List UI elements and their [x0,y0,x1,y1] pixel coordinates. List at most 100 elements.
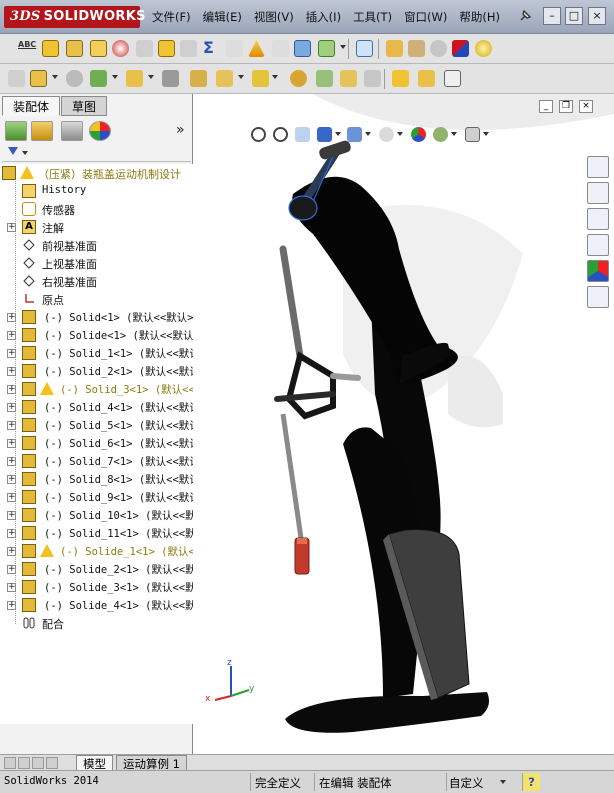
restore-button[interactable]: □ [565,7,583,25]
expand-icon[interactable]: + [7,457,16,466]
chevron-down-icon[interactable] [52,75,58,79]
explode-line-icon[interactable] [340,70,357,87]
tab-sketch[interactable]: 草图 [61,96,108,116]
last-tab-button[interactable] [46,757,58,769]
balance-icon[interactable] [66,40,83,57]
close-button[interactable]: × [588,7,606,25]
tree-item-component[interactable]: + (-) Solid<1> (默认<<默认> [0,308,193,326]
tree-item-component[interactable]: + (-) Solid_8<1> (默认<<默认 [0,470,193,488]
expand-icon[interactable]: + [7,475,16,484]
expand-icon[interactable]: + [7,367,16,376]
exploded-icon[interactable] [386,40,403,57]
tree-item-annotations[interactable]: + A 注解 [0,218,193,236]
tree-item-component[interactable]: + (-) Solid_4<1> (默认<<默认 [0,398,193,416]
linear-pattern-icon[interactable] [90,70,107,87]
expand-icon[interactable]: + [7,223,16,232]
expand-icon[interactable]: + [7,421,16,430]
chevron-up-icon[interactable] [500,780,506,784]
tree-item-component[interactable]: + (-) Solid_7<1> (默认<<默认 [0,452,193,470]
tree-item-history[interactable]: History [0,182,193,200]
paperclip-icon[interactable] [66,70,83,87]
check-box-icon[interactable] [158,40,175,57]
options-icon[interactable] [444,70,461,87]
tree-item-component[interactable]: + (-) Solid_6<1> (默认<<默认 [0,434,193,452]
menu-insert[interactable]: 插入(I) [300,9,347,25]
property-manager-icon[interactable] [31,121,53,141]
next-tab-button[interactable] [32,757,44,769]
interference-icon[interactable] [226,40,243,57]
bill-of-materials-icon[interactable] [290,70,307,87]
insert-component-icon[interactable] [8,70,25,87]
tree-item-front-plane[interactable]: 前视基准面 [0,236,193,254]
tree-item-component-warning[interactable]: + (-) Solid_3<1> (默认<< [0,380,193,398]
tree-item-component[interactable]: + (-) Solid_9<1> (默认<<默认 [0,488,193,506]
menu-edit[interactable]: 编辑(E) [197,9,248,25]
tree-item-component[interactable]: + (-) Solide<1> (默认<<默认 [0,326,193,344]
chevron-down-icon[interactable] [22,151,28,155]
tree-item-right-plane[interactable]: 右视基准面 [0,272,193,290]
ruler-icon[interactable] [392,70,409,87]
chevron-down-icon[interactable] [148,75,154,79]
expand-icon[interactable]: + [7,439,16,448]
exploded-view-icon[interactable] [316,70,333,87]
tree-item-component[interactable]: + (-) Solide_2<1> (默认<<默 [0,560,193,578]
reference-geometry-icon[interactable] [216,70,233,87]
tree-root[interactable]: （压紧）装瓶盖运动机制设计 [0,164,193,182]
display-manager-icon[interactable] [89,121,111,141]
help-icon[interactable]: ? [522,773,540,791]
tree-item-component[interactable]: + (-) Solid_2<1> (默认<<默认 [0,362,193,380]
tab-motion-study[interactable]: 运动算例 1 [116,755,187,771]
expand-icon[interactable]: + [7,385,16,394]
check-circle-icon[interactable] [430,40,447,57]
tab-model[interactable]: 模型 [76,755,113,771]
menu-file[interactable]: 文件(F) [146,9,197,25]
tree-item-component[interactable]: + (-) Solide_4<1> (默认<<默 [0,596,193,614]
chevron-down-icon[interactable] [272,75,278,79]
show-hide-icon[interactable] [162,70,179,87]
tree-item-component-warning[interactable]: + (-) Solide_1<1> (默认< [0,542,193,560]
gauge-icon[interactable] [112,40,129,57]
appearance-icon[interactable] [452,40,469,57]
configuration-manager-icon[interactable] [61,121,83,141]
menu-help[interactable]: 帮助(H) [453,9,506,25]
tree-item-component[interactable]: + (-) Solid_11<1> (默认<<默 [0,524,193,542]
first-tab-button[interactable] [4,757,16,769]
notes-icon[interactable] [42,40,59,57]
menu-view[interactable]: 视图(V) [248,9,300,25]
spelling-icon[interactable]: ABC [18,40,36,57]
tree-item-component[interactable]: + (-) Solid_10<1> (默认<<默 [0,506,193,524]
previous-tab-button[interactable] [18,757,30,769]
measure-icon[interactable] [294,40,311,57]
expand-icon[interactable]: + [7,493,16,502]
assembly-features-icon[interactable] [190,70,207,87]
chevron-down-icon[interactable] [238,75,244,79]
chevron-down-icon[interactable] [340,45,346,49]
graphics-viewport[interactable]: _ ❐ × z y x [193,94,614,754]
tree-item-mates[interactable]: 配合 [0,614,193,632]
new-part-icon[interactable] [30,70,47,87]
folder-icon[interactable] [90,40,107,57]
new-motion-study-icon[interactable] [252,70,269,87]
hand-icon[interactable] [136,40,153,57]
expand-icon[interactable]: + [7,565,16,574]
warning-icon[interactable] [248,40,265,57]
expand-icon[interactable]: + [7,529,16,538]
expand-icon[interactable]: + [7,331,16,340]
align-icon[interactable] [272,40,289,57]
table-icon[interactable] [356,40,373,57]
expand-icon[interactable]: + [7,313,16,322]
check-tool-icon[interactable] [318,40,335,57]
move-component-icon[interactable] [126,70,143,87]
instant3d-icon[interactable] [364,70,381,87]
tree-item-sensors[interactable]: 传感器 [0,200,193,218]
expand-icon[interactable]: + [7,403,16,412]
expand-icon[interactable]: + [7,601,16,610]
tree-item-component[interactable]: + (-) Solid_1<1> (默认<<默认 [0,344,193,362]
chevron-down-icon[interactable] [112,75,118,79]
pin-icon[interactable] [518,9,532,23]
more-icon[interactable]: » [176,122,185,138]
check-gray-icon[interactable] [180,40,197,57]
expand-icon[interactable]: + [7,349,16,358]
gear-icon[interactable] [408,40,425,57]
expand-icon[interactable]: + [7,583,16,592]
